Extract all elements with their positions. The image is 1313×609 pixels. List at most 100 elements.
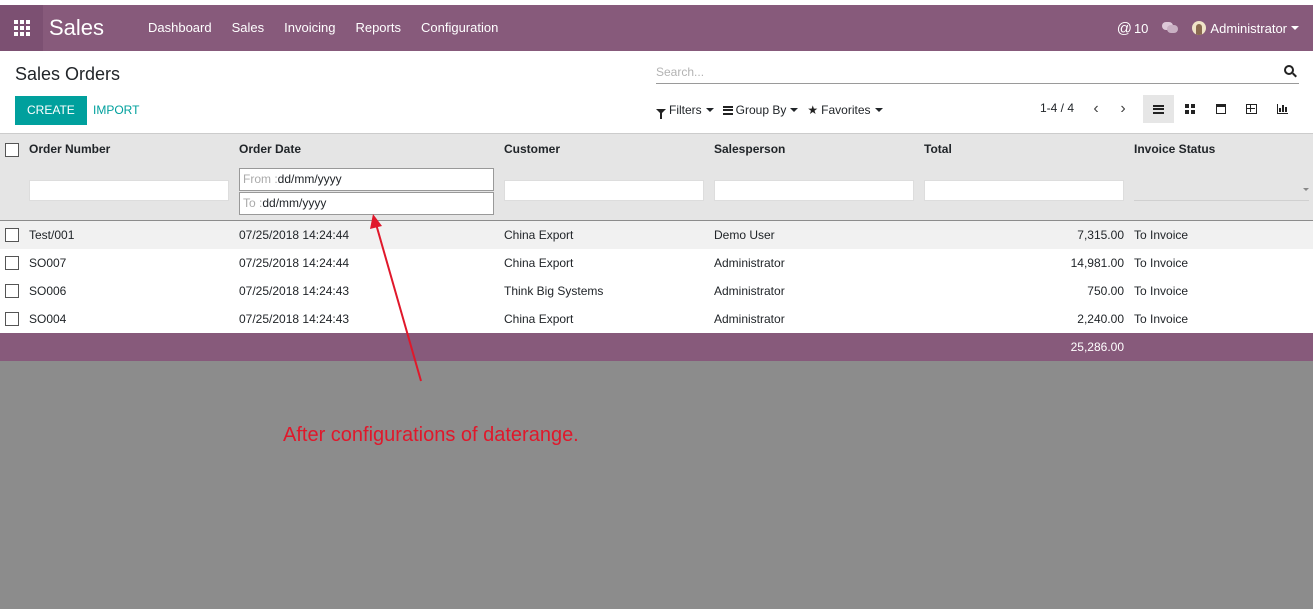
page-title: Sales Orders bbox=[15, 64, 121, 84]
customer: China Export bbox=[504, 228, 574, 242]
column-total[interactable]: Total bbox=[924, 142, 952, 156]
menu-item-invoicing[interactable]: Invoicing bbox=[274, 5, 345, 51]
caret-down-icon bbox=[1291, 26, 1299, 30]
main-menu: Dashboard Sales Invoicing Reports Config… bbox=[138, 5, 508, 51]
order-number-filter-input[interactable] bbox=[29, 180, 229, 201]
salesperson: Administrator bbox=[714, 256, 785, 270]
list-icon bbox=[1153, 104, 1164, 114]
user-name: Administrator bbox=[1210, 20, 1287, 36]
caret-down-icon bbox=[790, 108, 799, 112]
order-number: SO004 bbox=[29, 312, 67, 326]
groupby-dropdown[interactable]: Group By bbox=[722, 103, 799, 117]
date-from-label: From : bbox=[243, 172, 278, 186]
date-to-input[interactable]: To :dd/mm/yyyy bbox=[239, 192, 494, 215]
create-button[interactable]: CREATE bbox=[15, 96, 87, 125]
pager-previous-button[interactable]: ‹ bbox=[1086, 98, 1106, 120]
apps-menu-button[interactable] bbox=[0, 5, 43, 51]
table-row[interactable]: SO007 07/25/2018 14:24:44 China Export A… bbox=[0, 249, 1313, 277]
chat-icon[interactable] bbox=[1162, 22, 1179, 34]
apps-grid-icon bbox=[13, 20, 30, 36]
order-number: Test/001 bbox=[29, 228, 75, 242]
date-to-label: To : bbox=[243, 196, 263, 210]
order-date: 07/25/2018 14:24:44 bbox=[239, 228, 350, 242]
date-to-value: dd/mm/yyyy bbox=[262, 196, 327, 210]
salesperson: Administrator bbox=[714, 284, 785, 298]
user-menu[interactable]: Administrator bbox=[1192, 21, 1299, 36]
favorites-dropdown[interactable]: ★ Favorites bbox=[807, 103, 883, 117]
at-icon: @ bbox=[1116, 19, 1132, 37]
bar-chart-icon bbox=[1277, 104, 1288, 114]
date-from-value: dd/mm/yyyy bbox=[277, 172, 342, 186]
star-icon: ★ bbox=[807, 103, 819, 117]
table-row[interactable]: SO006 07/25/2018 14:24:43 Think Big Syst… bbox=[0, 277, 1313, 305]
customer: China Export bbox=[504, 312, 574, 326]
menu-item-configuration[interactable]: Configuration bbox=[411, 5, 508, 51]
import-button[interactable]: IMPORT bbox=[93, 96, 139, 125]
filters-dropdown[interactable]: Filters bbox=[656, 103, 714, 119]
caret-down-icon bbox=[1303, 188, 1309, 191]
table-footer: 25,286.00 bbox=[0, 333, 1313, 361]
date-from-input[interactable]: From :dd/mm/yyyy bbox=[239, 168, 494, 191]
graph-view-button[interactable] bbox=[1267, 95, 1298, 123]
order-date: 07/25/2018 14:24:43 bbox=[239, 284, 350, 298]
customer: Think Big Systems bbox=[504, 284, 604, 298]
select-all-checkbox[interactable] bbox=[5, 143, 19, 157]
search-icon[interactable] bbox=[1284, 65, 1297, 78]
row-checkbox[interactable] bbox=[5, 284, 19, 298]
pivot-view-button[interactable] bbox=[1236, 95, 1267, 123]
table-row[interactable]: Test/001 07/25/2018 14:24:44 China Expor… bbox=[0, 221, 1313, 249]
invoice-status: To Invoice bbox=[1134, 256, 1189, 270]
calendar-icon bbox=[1215, 104, 1226, 114]
column-invoice-status[interactable]: Invoice Status bbox=[1134, 142, 1215, 156]
list-view-button[interactable] bbox=[1143, 95, 1174, 123]
salesperson: Demo User bbox=[714, 228, 775, 242]
salesperson-filter-input[interactable] bbox=[714, 180, 914, 201]
search-options: Filters Group By ★ Favorites bbox=[656, 103, 892, 119]
app-brand[interactable]: Sales bbox=[49, 15, 104, 41]
view-switcher bbox=[1143, 95, 1298, 123]
systray: @ 10 Administrator bbox=[1117, 5, 1313, 51]
column-salesperson[interactable]: Salesperson bbox=[714, 142, 785, 156]
pager-value[interactable]: 1-4 / 4 bbox=[1040, 101, 1074, 115]
bars-icon bbox=[722, 105, 733, 115]
favorites-label: Favorites bbox=[821, 103, 871, 117]
column-order-date[interactable]: Order Date bbox=[239, 142, 301, 156]
order-number: SO007 bbox=[29, 256, 67, 270]
kanban-view-button[interactable] bbox=[1174, 95, 1205, 123]
total: 7,315.00 bbox=[1077, 228, 1124, 242]
row-checkbox[interactable] bbox=[5, 256, 19, 270]
salesperson: Administrator bbox=[714, 312, 785, 326]
calendar-view-button[interactable] bbox=[1205, 95, 1236, 123]
menu-item-sales[interactable]: Sales bbox=[222, 5, 275, 51]
column-order-number[interactable]: Order Number bbox=[29, 142, 110, 156]
top-navbar: Sales Dashboard Sales Invoicing Reports … bbox=[0, 5, 1313, 51]
row-checkbox[interactable] bbox=[5, 312, 19, 326]
grand-total: 25,286.00 bbox=[1070, 340, 1124, 354]
caret-down-icon bbox=[874, 108, 883, 112]
search-bar bbox=[656, 62, 1299, 84]
menu-item-dashboard[interactable]: Dashboard bbox=[138, 5, 222, 51]
order-date: 07/25/2018 14:24:44 bbox=[239, 256, 350, 270]
menu-item-reports[interactable]: Reports bbox=[345, 5, 411, 51]
order-date: 07/25/2018 14:24:43 bbox=[239, 312, 350, 326]
total-filter-input[interactable] bbox=[924, 180, 1124, 201]
chevron-right-icon: › bbox=[1120, 100, 1126, 117]
pivot-table-icon bbox=[1246, 104, 1257, 114]
annotation-text: After configurations of daterange. bbox=[283, 424, 579, 446]
control-panel: Sales Orders CREATE IMPORT Filters Group… bbox=[0, 51, 1313, 134]
table-row[interactable]: SO004 07/25/2018 14:24:43 China Export A… bbox=[0, 305, 1313, 333]
mentions-button[interactable]: @ 10 bbox=[1117, 20, 1149, 37]
row-checkbox[interactable] bbox=[5, 228, 19, 242]
invoice-status-filter-select[interactable] bbox=[1134, 180, 1309, 201]
mentions-count: 10 bbox=[1133, 20, 1149, 36]
customer: China Export bbox=[504, 256, 574, 270]
pager-next-button[interactable]: › bbox=[1113, 98, 1133, 120]
kanban-icon bbox=[1184, 104, 1195, 114]
column-customer[interactable]: Customer bbox=[504, 142, 560, 156]
order-number: SO006 bbox=[29, 284, 67, 298]
avatar bbox=[1192, 21, 1207, 35]
total: 14,981.00 bbox=[1070, 256, 1124, 270]
customer-filter-input[interactable] bbox=[504, 180, 704, 201]
filter-icon bbox=[656, 108, 666, 119]
search-input[interactable] bbox=[656, 62, 1276, 82]
